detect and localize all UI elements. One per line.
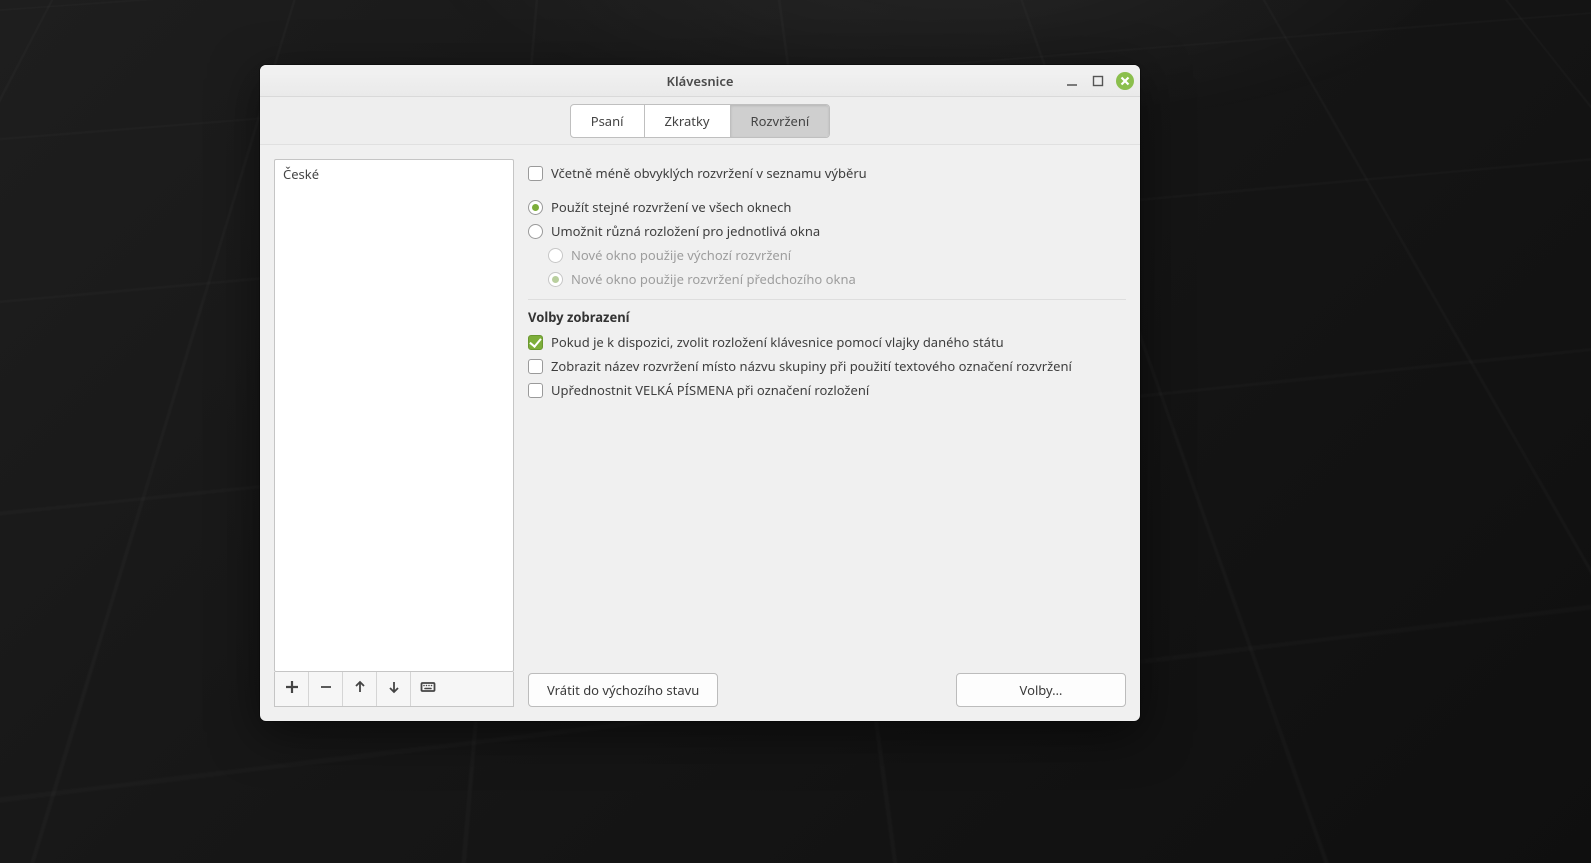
checkbox-icon (528, 383, 543, 398)
layouts-list[interactable]: České (274, 159, 514, 672)
add-layout-button[interactable] (275, 672, 309, 706)
body: České (260, 145, 1140, 721)
tab-row: Psaní Zkratky Rozvržení (260, 97, 1140, 145)
bottom-buttons: Vrátit do výchozího stavu Volby… (528, 661, 1126, 707)
window-title: Klávesnice (667, 72, 734, 90)
per-window-label: Umožnit různá rozložení pro jednotlivá o… (551, 222, 820, 240)
titlebar: Klávesnice (260, 65, 1140, 97)
keyboard-settings-window: Klávesnice Psaní Zkratky Rozvržení České (260, 65, 1140, 721)
radio-icon (548, 272, 563, 287)
show-keyboard-button[interactable] (411, 672, 445, 706)
use-flag-label: Pokud je k dispozici, zvolit rozložení k… (551, 333, 1004, 351)
options-area: Včetně méně obvyklých rozvržení v seznam… (528, 161, 1126, 661)
minus-icon (318, 679, 334, 699)
options-button[interactable]: Volby… (956, 673, 1126, 707)
radio-icon (528, 200, 543, 215)
per-window-row[interactable]: Umožnit různá rozložení pro jednotlivá o… (528, 219, 1126, 243)
tab-shortcuts[interactable]: Zkratky (645, 105, 731, 137)
same-all-windows-row[interactable]: Použít stejné rozvržení ve všech oknech (528, 195, 1126, 219)
list-item[interactable]: České (283, 163, 505, 185)
keyboard-icon (420, 679, 436, 699)
same-all-windows-label: Použít stejné rozvržení ve všech oknech (551, 198, 791, 216)
layouts-toolbar (274, 672, 514, 707)
checkbox-icon (528, 359, 543, 374)
remove-layout-button[interactable] (309, 672, 343, 706)
prefer-uppercase-label: Upřednostnit VELKÁ PÍSMENA při označení … (551, 381, 869, 399)
reset-button[interactable]: Vrátit do výchozího stavu (528, 673, 718, 707)
show-layout-name-label: Zobrazit název rozvržení místo názvu sku… (551, 357, 1072, 375)
divider (528, 299, 1126, 300)
maximize-button[interactable] (1090, 73, 1106, 89)
move-up-button[interactable] (343, 672, 377, 706)
new-window-default-label: Nové okno použije výchozí rozvržení (571, 246, 791, 264)
include-exotic-row[interactable]: Včetně méně obvyklých rozvržení v seznam… (528, 161, 1126, 185)
radio-icon (548, 248, 563, 263)
new-window-prev-row: Nové okno použije rozvržení předchozího … (548, 267, 1126, 291)
settings-panel: Včetně méně obvyklých rozvržení v seznam… (528, 159, 1126, 707)
use-flag-row[interactable]: Pokud je k dispozici, zvolit rozložení k… (528, 330, 1126, 354)
checkbox-icon (528, 166, 543, 181)
arrow-down-icon (386, 679, 402, 699)
tab-typing[interactable]: Psaní (571, 105, 645, 137)
tab-layouts[interactable]: Rozvržení (731, 105, 830, 137)
arrow-up-icon (352, 679, 368, 699)
display-section-title: Volby zobrazení (528, 306, 1126, 330)
prefer-uppercase-row[interactable]: Upřednostnit VELKÁ PÍSMENA při označení … (528, 378, 1126, 402)
include-exotic-label: Včetně méně obvyklých rozvržení v seznam… (551, 164, 867, 182)
plus-icon (284, 679, 300, 699)
minimize-button[interactable] (1064, 73, 1080, 89)
show-layout-name-row[interactable]: Zobrazit název rozvržení místo názvu sku… (528, 354, 1126, 378)
checkbox-icon (528, 335, 543, 350)
layouts-panel: České (274, 159, 514, 707)
new-window-prev-label: Nové okno použije rozvržení předchozího … (571, 270, 856, 288)
radio-icon (528, 224, 543, 239)
move-down-button[interactable] (377, 672, 411, 706)
window-controls (1064, 65, 1134, 96)
close-button[interactable] (1116, 72, 1134, 90)
tab-strip: Psaní Zkratky Rozvržení (570, 104, 831, 138)
new-window-default-row: Nové okno použije výchozí rozvržení (548, 243, 1126, 267)
